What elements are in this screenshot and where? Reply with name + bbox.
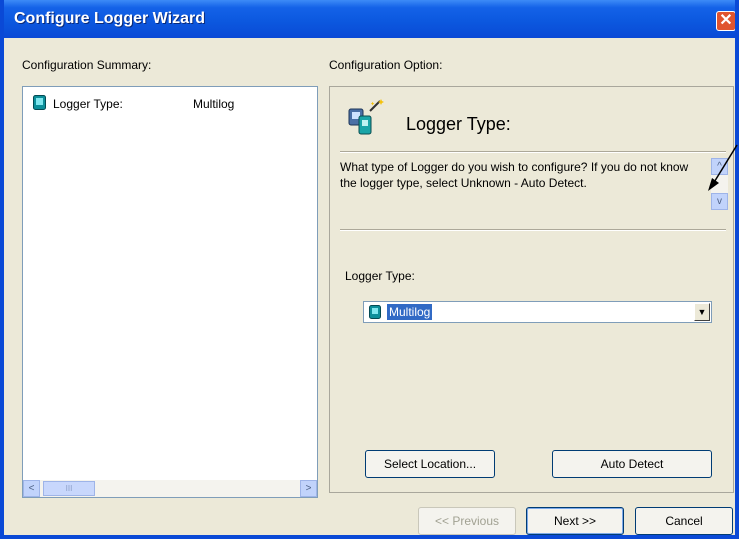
- previous-button[interactable]: << Previous: [418, 507, 516, 535]
- divider: [340, 229, 726, 231]
- scroll-up-button[interactable]: ^: [711, 158, 728, 175]
- summary-item-label: Logger Type:: [53, 97, 123, 111]
- logger-device-icon: [369, 305, 381, 319]
- window-title: Configure Logger Wizard: [14, 10, 205, 27]
- next-button[interactable]: Next >>: [526, 507, 624, 535]
- scroll-down-button[interactable]: v: [711, 193, 728, 210]
- select-location-button[interactable]: Select Location...: [365, 450, 495, 478]
- wizard-logger-icon: [348, 99, 384, 135]
- cancel-button[interactable]: Cancel: [635, 507, 733, 535]
- scroll-right-button[interactable]: >: [300, 480, 317, 497]
- option-panel: Logger Type: What type of Logger do you …: [329, 86, 734, 493]
- chevron-down-icon[interactable]: ▼: [694, 303, 710, 321]
- horizontal-scrollbar[interactable]: < III >: [23, 480, 317, 497]
- wizard-window: Configure Logger Wizard ✕ Configuration …: [0, 0, 739, 539]
- dropdown-selected-value: Multilog: [387, 304, 433, 320]
- logger-type-dropdown[interactable]: Multilog ▼: [363, 301, 712, 323]
- close-button[interactable]: ✕: [716, 11, 735, 31]
- summary-item-value: Multilog: [193, 97, 235, 111]
- scroll-left-button[interactable]: <: [23, 480, 40, 497]
- logger-type-label: Logger Type:: [345, 269, 415, 283]
- option-label: Configuration Option:: [329, 58, 443, 72]
- summary-label: Configuration Summary:: [22, 58, 152, 72]
- title-bar[interactable]: Configure Logger Wizard ✕: [4, 0, 735, 38]
- auto-detect-button[interactable]: Auto Detect: [552, 450, 712, 478]
- logger-device-icon: [33, 95, 46, 110]
- vertical-scrollbar[interactable]: ^ v: [711, 158, 728, 210]
- description-text: What type of Logger do you wish to confi…: [340, 160, 689, 190]
- summary-list[interactable]: Logger Type: Multilog < III >: [22, 86, 318, 498]
- page-heading: Logger Type:: [406, 114, 511, 134]
- scroll-thumb[interactable]: III: [43, 481, 95, 496]
- divider: [340, 151, 726, 153]
